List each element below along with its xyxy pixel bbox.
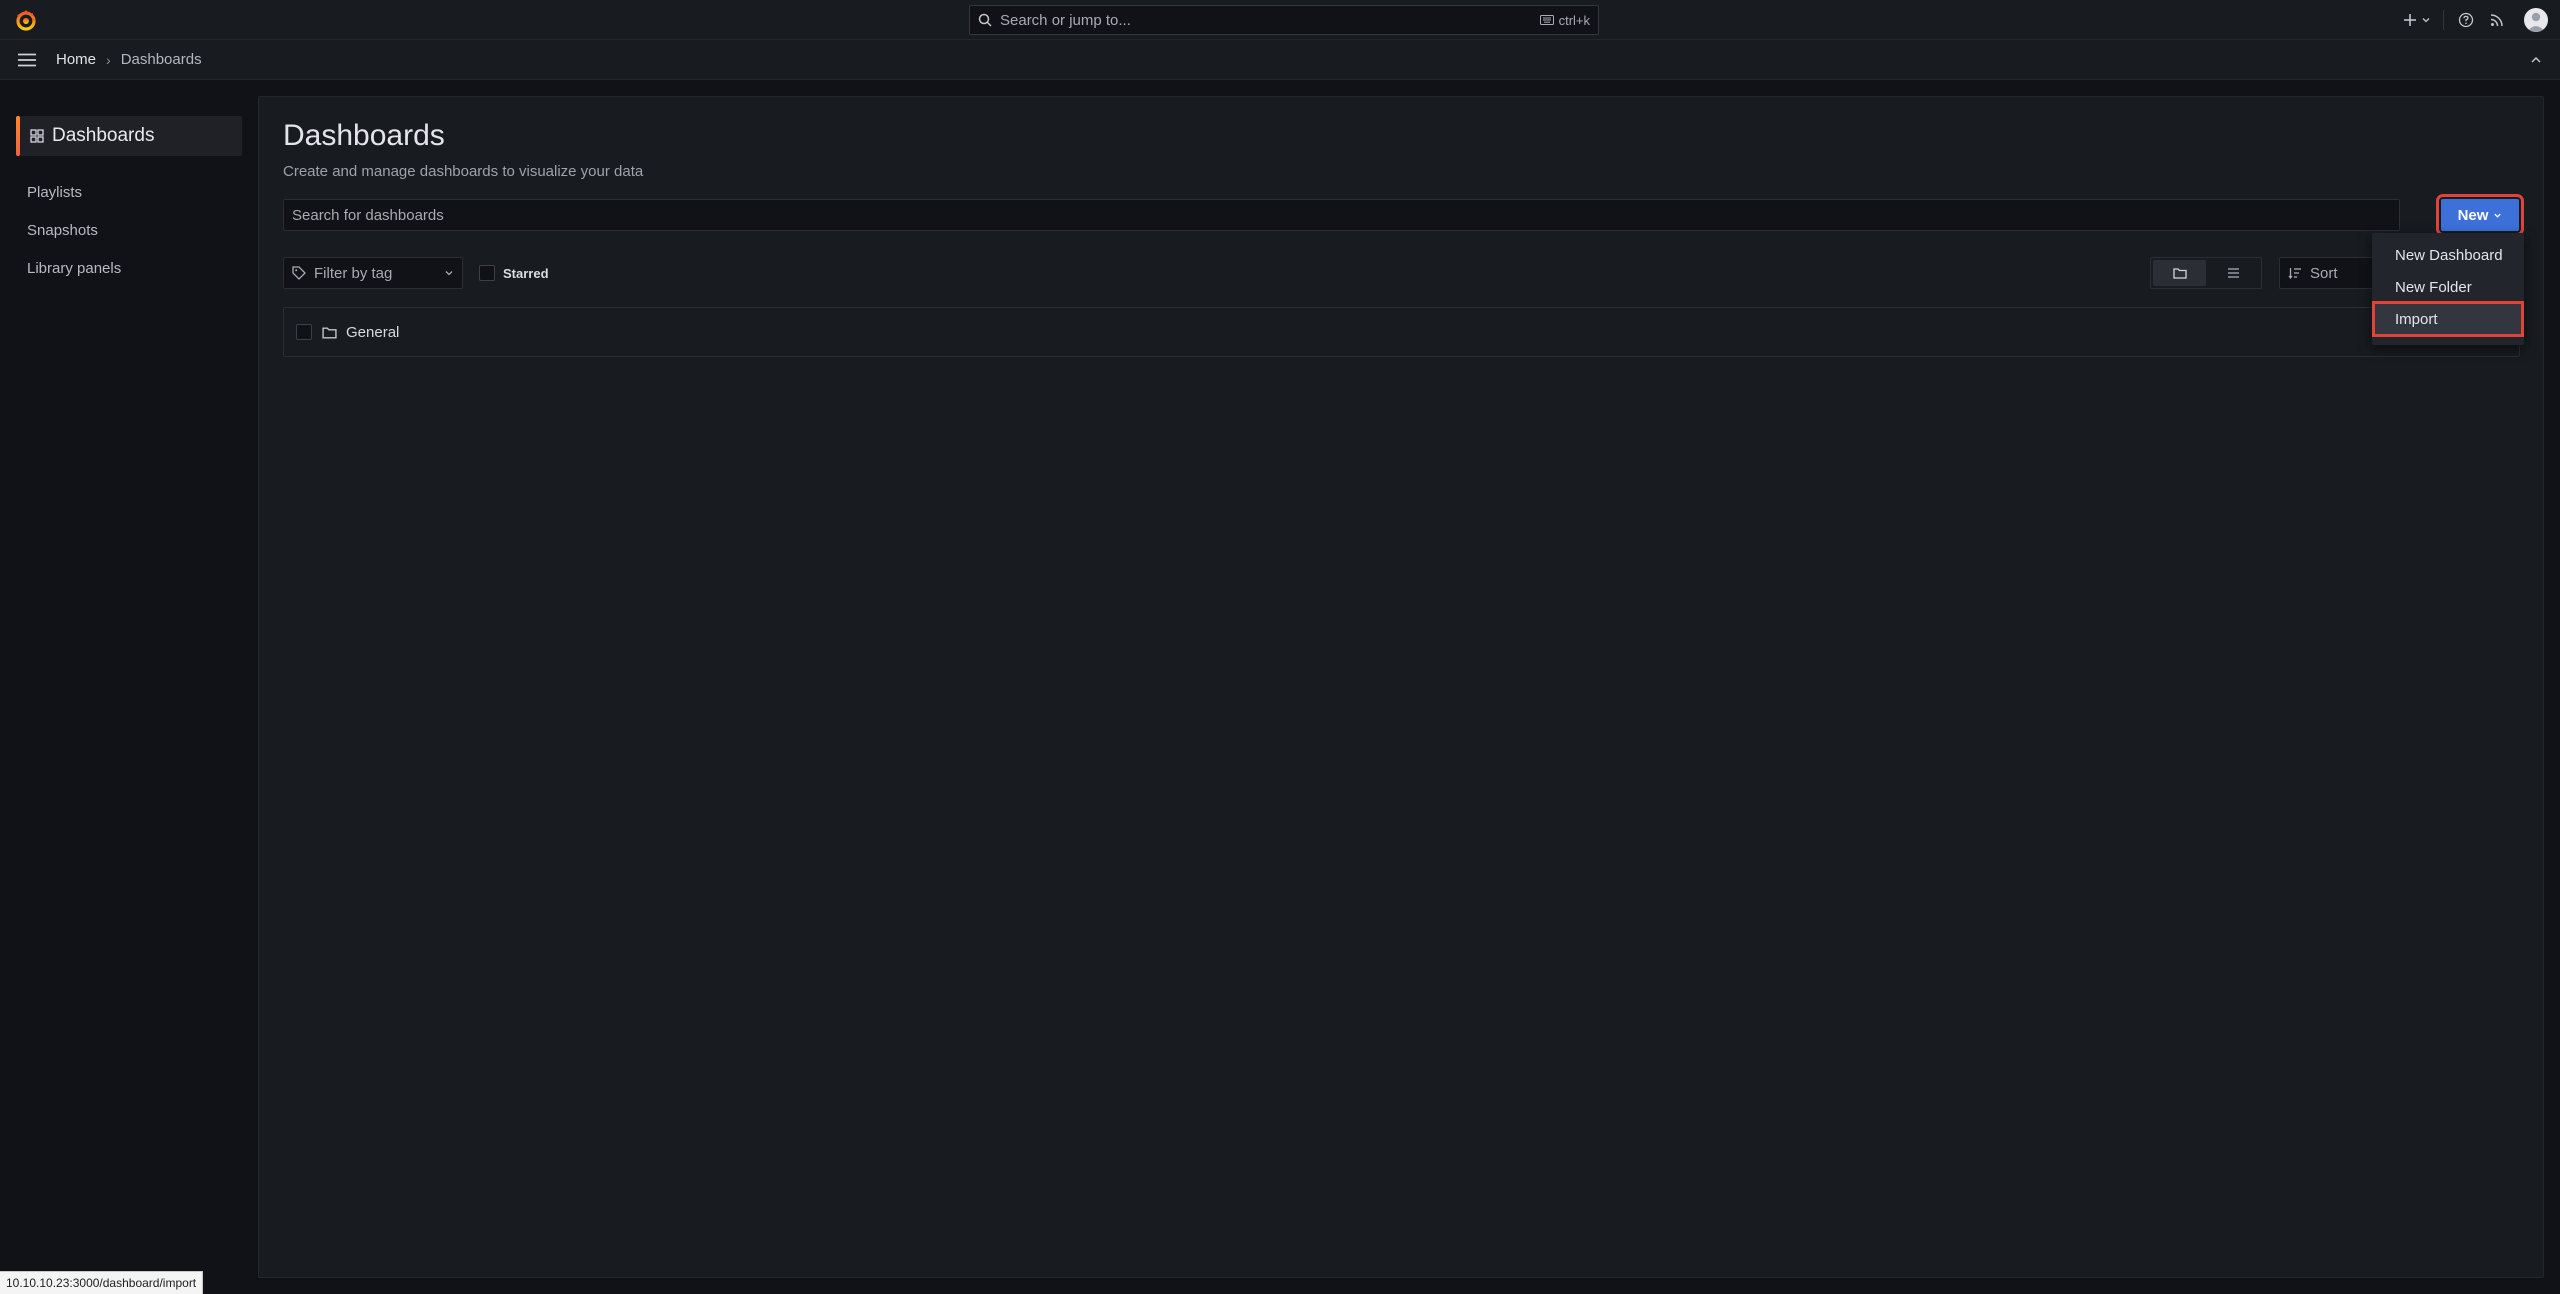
chevron-up-icon xyxy=(2526,50,2546,70)
search-placeholder: Search or jump to... xyxy=(1000,11,1131,29)
tag-filter-select[interactable]: Filter by tag xyxy=(283,257,463,289)
sidebar-item-snapshots[interactable]: Snapshots xyxy=(27,222,98,239)
folder-checkbox[interactable] xyxy=(296,324,312,340)
sidebar-item-playlists[interactable]: Playlists xyxy=(27,184,82,201)
top-bar: Search or jump to... ctrl+k xyxy=(0,0,2560,40)
list-icon xyxy=(2226,267,2240,279)
avatar[interactable] xyxy=(2524,8,2548,32)
folder-view-button[interactable] xyxy=(2153,260,2206,286)
main-content: Dashboards Create and manage dashboards … xyxy=(258,96,2544,1278)
sidebar-item-dashboards[interactable]: Dashboards xyxy=(16,116,242,156)
chevron-down-icon xyxy=(444,268,454,278)
grafana-logo-icon[interactable] xyxy=(14,8,38,32)
status-bar-url: 10.10.10.23:3000/dashboard/import xyxy=(0,1271,204,1294)
folder-row-general[interactable]: General xyxy=(283,307,2520,357)
menu-item-new-dashboard[interactable]: New Dashboard xyxy=(2372,239,2524,271)
keyboard-icon xyxy=(1539,15,1554,25)
apps-icon xyxy=(30,129,44,143)
breadcrumb-separator: › xyxy=(106,51,111,68)
breadcrumb-bar: Home › Dashboards xyxy=(0,40,2560,80)
tag-icon xyxy=(292,266,306,280)
starred-filter[interactable]: Starred xyxy=(479,265,549,281)
new-button[interactable]: New xyxy=(2436,194,2524,236)
sort-label: Sort xyxy=(2310,264,2338,282)
list-view-button[interactable] xyxy=(2206,260,2259,286)
search-icon xyxy=(978,13,992,27)
chevron-down-icon xyxy=(2421,15,2431,25)
chevron-down-icon xyxy=(2493,211,2502,220)
add-new-button[interactable] xyxy=(2399,0,2435,40)
menu-toggle-button[interactable] xyxy=(16,49,38,71)
new-button-label: New xyxy=(2457,206,2489,224)
menu-item-import[interactable]: Import xyxy=(2372,301,2524,337)
starred-checkbox[interactable] xyxy=(479,265,495,281)
sidebar-item-label: Dashboards xyxy=(52,125,155,146)
sort-icon xyxy=(2288,267,2302,279)
top-actions xyxy=(2399,0,2560,40)
divider xyxy=(2443,10,2444,30)
menu-item-new-folder[interactable]: New Folder xyxy=(2372,271,2524,303)
global-search-input[interactable]: Search or jump to... ctrl+k xyxy=(969,5,1599,35)
view-mode-toggle xyxy=(2150,257,2262,289)
folder-icon xyxy=(2172,267,2187,279)
breadcrumb-current: Dashboards xyxy=(120,51,202,68)
shortcut-label: ctrl+k xyxy=(1558,12,1590,28)
page-subtitle: Create and manage dashboards to visualiz… xyxy=(283,163,644,180)
rss-icon xyxy=(2490,13,2504,27)
news-button[interactable] xyxy=(2480,0,2514,40)
breadcrumb-home-link[interactable]: Home xyxy=(56,51,96,68)
page-title: Dashboards xyxy=(283,119,445,152)
help-button[interactable] xyxy=(2452,0,2480,40)
folder-icon xyxy=(322,326,337,339)
dashboard-search-input[interactable]: Search for dashboards xyxy=(283,199,2400,231)
help-icon xyxy=(2458,12,2474,28)
folder-name: General xyxy=(346,323,400,341)
starred-label: Starred xyxy=(503,265,549,281)
hamburger-icon xyxy=(17,53,37,67)
tag-filter-placeholder: Filter by tag xyxy=(314,264,393,282)
section-nav: Dashboards Playlists Snapshots Library p… xyxy=(0,81,258,1294)
new-menu-dropdown: New Dashboard New Folder Import xyxy=(2372,233,2524,345)
keyboard-shortcut: ctrl+k xyxy=(1539,12,1590,28)
collapse-header-button[interactable] xyxy=(2526,50,2546,70)
breadcrumb: Home › Dashboards xyxy=(56,51,202,68)
plus-icon xyxy=(2403,13,2417,27)
sidebar-item-library-panels[interactable]: Library panels xyxy=(27,260,121,277)
